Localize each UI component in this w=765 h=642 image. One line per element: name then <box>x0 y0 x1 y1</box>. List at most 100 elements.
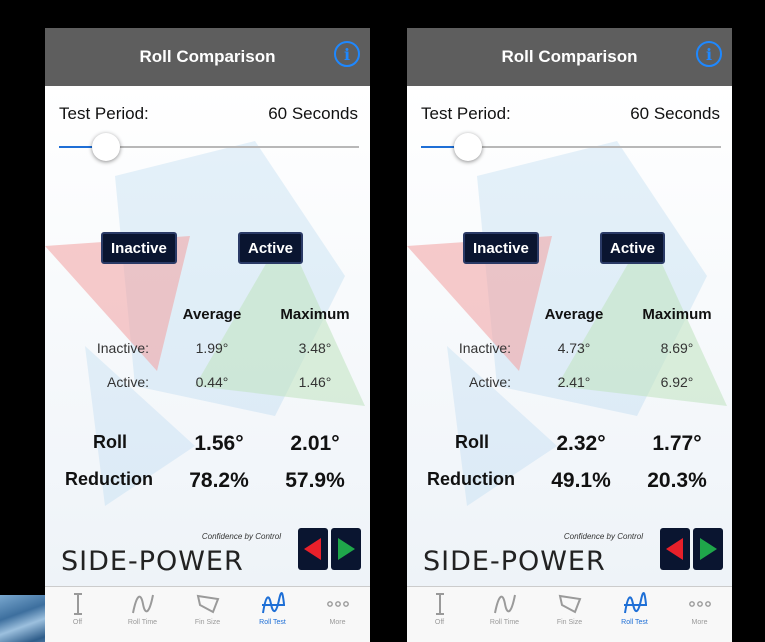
roll-average: 2.32° <box>556 432 606 455</box>
nav-bar: Roll Comparison i <box>45 28 370 86</box>
roll-test-icon <box>623 592 647 614</box>
roll-time-icon <box>131 594 154 614</box>
inactive-button[interactable]: Inactive <box>463 232 539 264</box>
reduction-label: Reduction <box>427 469 515 489</box>
roll-test-icon <box>261 592 285 614</box>
tab-roll-test[interactable]: Roll Test <box>602 587 667 642</box>
tab-more[interactable]: More <box>667 587 732 642</box>
tab-fin-size[interactable]: Fin Size <box>537 587 602 642</box>
reduction-average: 49.1% <box>551 469 611 492</box>
brand-arrows <box>660 528 723 570</box>
side-power-logo: Confidence by Control SIDE-POWER <box>423 526 723 586</box>
tab-roll-time[interactable]: Roll Time <box>472 587 537 642</box>
more-icon <box>326 601 349 607</box>
green-arrow-icon <box>693 528 723 570</box>
inactive-maximum: 3.48° <box>298 340 332 356</box>
row-label: Active: <box>468 374 511 390</box>
active-maximum: 6.92° <box>660 374 694 390</box>
tab-off[interactable]: Off <box>45 587 110 642</box>
roll-label: Roll <box>93 432 127 452</box>
green-arrow-icon <box>331 528 361 570</box>
roll-maximum: 1.77° <box>652 432 702 455</box>
red-arrow-icon <box>660 528 690 570</box>
phone-screen-left: Roll Comparison i Test Period: 60 Second… <box>45 28 370 642</box>
test-period-label: Test Period: <box>421 104 511 123</box>
inactive-average: 1.99° <box>195 340 229 356</box>
col-average-header: Average <box>182 306 242 323</box>
col-maximum-header: Maximum <box>280 306 350 323</box>
tab-roll-test[interactable]: Roll Test <box>240 587 305 642</box>
tab-label: Off <box>72 619 83 626</box>
test-period-value: 60 Seconds <box>268 104 358 123</box>
active-maximum: 1.46° <box>298 374 332 390</box>
stats-row-inactive: Inactive: 4.73° 8.69° <box>407 340 732 374</box>
red-arrow-icon <box>298 528 328 570</box>
inactive-maximum: 8.69° <box>660 340 694 356</box>
fin-size-icon <box>196 594 219 614</box>
brand-wordmark: SIDE-POWER <box>61 546 244 577</box>
stats-table: Average Maximum Inactive: 1.99° 3.48° Ac… <box>45 306 370 408</box>
tab-label: Fin Size <box>556 619 583 626</box>
stats-row-inactive: Inactive: 1.99° 3.48° <box>45 340 370 374</box>
tab-label: Roll Time <box>489 619 520 626</box>
brand-wordmark: SIDE-POWER <box>423 546 606 577</box>
tab-more[interactable]: More <box>305 587 370 642</box>
roll-time-icon <box>493 594 516 614</box>
roll-maximum: 2.01° <box>290 432 340 455</box>
roll-average: 1.56° <box>194 432 244 455</box>
reduction-average: 78.2% <box>189 469 249 492</box>
fin-size-icon <box>558 594 581 614</box>
test-period-label: Test Period: <box>59 104 149 123</box>
stats-header-row: Average Maximum <box>407 306 732 340</box>
test-period-value: 60 Seconds <box>630 104 720 123</box>
tab-label: More <box>329 619 346 626</box>
reduction-label: Reduction <box>65 469 153 489</box>
phone-screen-right: Roll Comparison i Test Period: 60 Second… <box>407 28 732 642</box>
side-power-logo: Confidence by Control SIDE-POWER <box>61 526 361 586</box>
active-button[interactable]: Active <box>238 232 304 264</box>
row-label: Active: <box>106 374 149 390</box>
active-average: 0.44° <box>195 374 229 390</box>
slider-thumb[interactable] <box>454 133 482 161</box>
test-period-slider[interactable] <box>59 133 359 161</box>
tab-off[interactable]: Off <box>407 587 472 642</box>
test-period-slider[interactable] <box>421 133 721 161</box>
row-label: Inactive: <box>458 340 511 356</box>
stats-row-active: Active: 2.41° 6.92° <box>407 374 732 408</box>
tab-fin-size[interactable]: Fin Size <box>175 587 240 642</box>
tab-label: More <box>691 619 708 626</box>
stats-table: Average Maximum Inactive: 4.73° 8.69° Ac… <box>407 306 732 408</box>
info-icon[interactable]: i <box>696 41 722 67</box>
screen-title: Roll Comparison <box>139 47 276 66</box>
test-period-row: Test Period: 60 Seconds <box>59 104 358 124</box>
main-content: Test Period: 60 Seconds Inactive Active … <box>407 86 732 586</box>
inactive-average: 4.73° <box>557 340 591 356</box>
more-icon <box>688 601 711 607</box>
brand-tagline: Confidence by Control <box>201 532 281 541</box>
roll-label: Roll <box>455 432 489 452</box>
active-average: 2.41° <box>557 374 591 390</box>
stats-header-row: Average Maximum <box>45 306 370 340</box>
col-maximum-header: Maximum <box>642 306 712 323</box>
off-icon <box>73 593 82 615</box>
inactive-button[interactable]: Inactive <box>101 232 177 264</box>
screen-title: Roll Comparison <box>501 47 638 66</box>
reduction-maximum: 57.9% <box>285 469 345 492</box>
test-period-row: Test Period: 60 Seconds <box>421 104 720 124</box>
active-button[interactable]: Active <box>600 232 666 264</box>
nav-bar: Roll Comparison i <box>407 28 732 86</box>
tab-label: Roll Time <box>127 619 158 626</box>
info-icon[interactable]: i <box>334 41 360 67</box>
reduction-maximum: 20.3% <box>647 469 707 492</box>
tab-bar: Off Roll Time Fin Size Roll Test More <box>45 586 370 642</box>
tab-roll-time[interactable]: Roll Time <box>110 587 175 642</box>
row-label: Inactive: <box>96 340 149 356</box>
tab-label: Roll Test <box>621 619 648 626</box>
slider-thumb[interactable] <box>92 133 120 161</box>
tab-label: Off <box>434 619 445 626</box>
col-average-header: Average <box>544 306 604 323</box>
stats-row-active: Active: 0.44° 1.46° <box>45 374 370 408</box>
brand-arrows <box>298 528 361 570</box>
main-content: Test Period: 60 Seconds Inactive Active … <box>45 86 370 586</box>
brand-tagline: Confidence by Control <box>563 532 643 541</box>
